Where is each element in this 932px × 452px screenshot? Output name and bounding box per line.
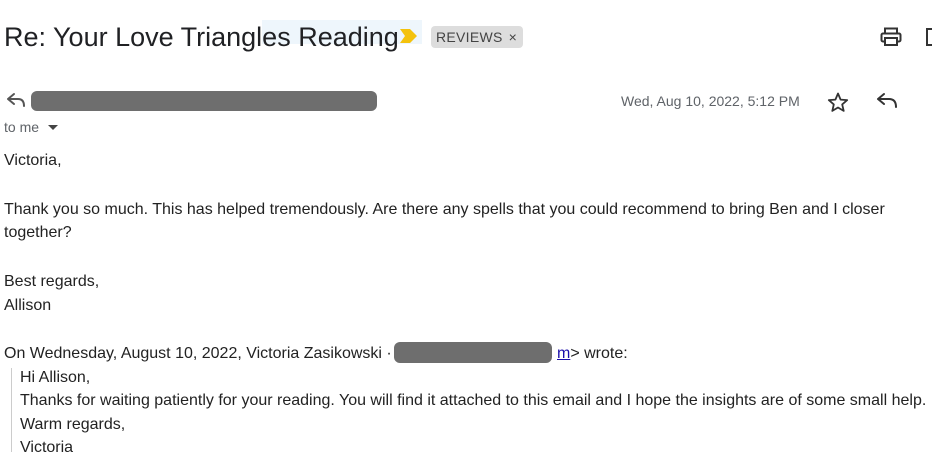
body-paragraph-line: together? — [4, 224, 72, 241]
quote-bar — [11, 368, 12, 452]
print-icon[interactable] — [880, 27, 902, 52]
importance-marker-icon[interactable] — [400, 29, 417, 48]
quote-attribution-suffix: > wrote: — [570, 345, 628, 362]
star-icon[interactable] — [827, 92, 849, 118]
quoted-line: Victoria — [20, 439, 74, 452]
quoted-line: Thanks for waiting patiently for your re… — [20, 392, 927, 409]
remove-label-icon[interactable]: × — [509, 29, 517, 45]
body-paragraph-line: Thank you so much. This has helped treme… — [4, 201, 885, 218]
quoted-line: Hi Allison, — [20, 369, 91, 386]
email-subject: Re: Your Love Triangles Reading — [4, 22, 399, 52]
reply-icon[interactable] — [876, 92, 898, 115]
recipients-toggle[interactable]: to me — [4, 118, 59, 136]
reply-arrow-icon — [6, 92, 26, 113]
quoted-email-link[interactable]: m — [557, 345, 570, 362]
body-greeting: Victoria, — [4, 152, 62, 169]
body-signature: Allison — [4, 297, 52, 314]
sender-redacted — [31, 91, 377, 111]
quoted-email-redacted — [394, 342, 552, 363]
open-in-new-window-icon[interactable] — [925, 27, 932, 52]
label-chip-text: REVIEWS — [436, 29, 503, 45]
caret-down-icon[interactable] — [48, 124, 59, 130]
email-date: Wed, Aug 10, 2022, 5:12 PM — [621, 93, 800, 109]
to-me-label: to me — [4, 119, 40, 135]
quoted-line: Warm regards, — [20, 416, 126, 433]
quote-attribution-end: m> wrote: — [557, 342, 628, 365]
label-chip-reviews[interactable]: REVIEWS × — [431, 26, 524, 48]
body-signoff: Best regards, — [4, 273, 100, 290]
quote-attribution: On Wednesday, August 10, 2022, Victoria … — [4, 345, 392, 362]
